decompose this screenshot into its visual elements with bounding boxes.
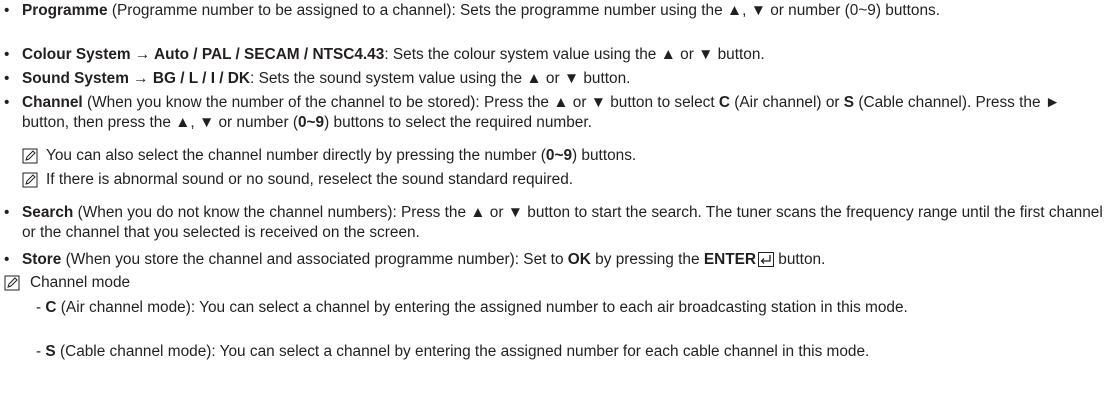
search-term: Search (22, 204, 74, 221)
search-text: Search (When you do not know the channel… (22, 203, 1108, 243)
mode-c-text: - C (Air channel mode): You can select a… (36, 298, 1102, 318)
programme-term: Programme (22, 2, 108, 19)
channel-text: Channel (When you know the number of the… (22, 93, 1108, 133)
bullet-dot: • (4, 2, 10, 19)
store-desc-1: (When you store the channel and associat… (61, 251, 568, 268)
programme-desc: (Programme number to be assigned to a ch… (107, 2, 941, 19)
colour-text: Colour System → Auto / PAL / SECAM / NTS… (22, 45, 1108, 65)
note1-text: You can also select the channel number d… (46, 146, 1108, 166)
bullet-dot: • (4, 204, 10, 221)
note1-desc-1: You can also select the channel number d… (46, 147, 546, 164)
note-pencil-icon (4, 275, 20, 291)
mode-c-letter: C (45, 299, 57, 316)
programme-text: Programme (Programme number to be assign… (22, 1, 1108, 21)
channel-number-range: 0~9 (298, 114, 325, 131)
store-enter-label: ENTER (703, 251, 756, 268)
note1-number-range: 0~9 (545, 147, 573, 164)
dash: - (36, 299, 46, 316)
channel-desc-1: (When you know the number of the channel… (82, 94, 719, 111)
channel-term: Channel (22, 94, 83, 111)
channel-mode-label: Channel mode (30, 274, 131, 291)
mode-c-desc: (Air channel mode): You can select a cha… (56, 299, 908, 316)
channel-s-letter: S (843, 94, 855, 111)
mode-s-text: - S (Cable channel mode): You can select… (36, 342, 1102, 362)
store-desc-3: button. (774, 251, 826, 268)
mode-s-desc: (Cable channel mode): You can select a c… (55, 343, 870, 360)
store-ok: OK (567, 251, 591, 268)
store-text: Store (When you store the channel and as… (22, 250, 1108, 273)
bullet-dot: • (4, 94, 10, 111)
bullet-dot: • (4, 251, 10, 268)
bullet-dot: • (4, 70, 10, 87)
dash: - (36, 343, 46, 360)
bullet-dot: • (4, 46, 10, 63)
store-term: Store (22, 251, 62, 268)
sound-term: Sound System → BG / L / I / DK (22, 70, 251, 87)
mode-s-letter: S (45, 343, 56, 360)
enter-return-icon (758, 252, 774, 273)
note-pencil-icon (22, 148, 38, 164)
sound-desc: : Sets the sound system value using the … (250, 70, 631, 87)
channel-c-letter: C (718, 94, 731, 111)
store-desc-2: by pressing the (590, 251, 704, 268)
sound-text: Sound System → BG / L / I / DK: Sets the… (22, 69, 1108, 89)
colour-term: Colour System → Auto / PAL / SECAM / NTS… (22, 46, 385, 63)
note1-desc-2: ) buttons. (572, 147, 637, 164)
note-pencil-icon (22, 172, 38, 188)
note2-text: If there is abnormal sound or no sound, … (46, 171, 574, 188)
colour-desc: : Sets the colour system value using the… (384, 46, 765, 63)
manual-page: • Programme (Programme number to be assi… (0, 0, 1112, 415)
channel-desc-2: (Air channel) or (730, 94, 844, 111)
search-desc: (When you do not know the channel number… (22, 204, 1103, 241)
channel-desc-4: ) buttons to select the required number. (324, 114, 592, 131)
